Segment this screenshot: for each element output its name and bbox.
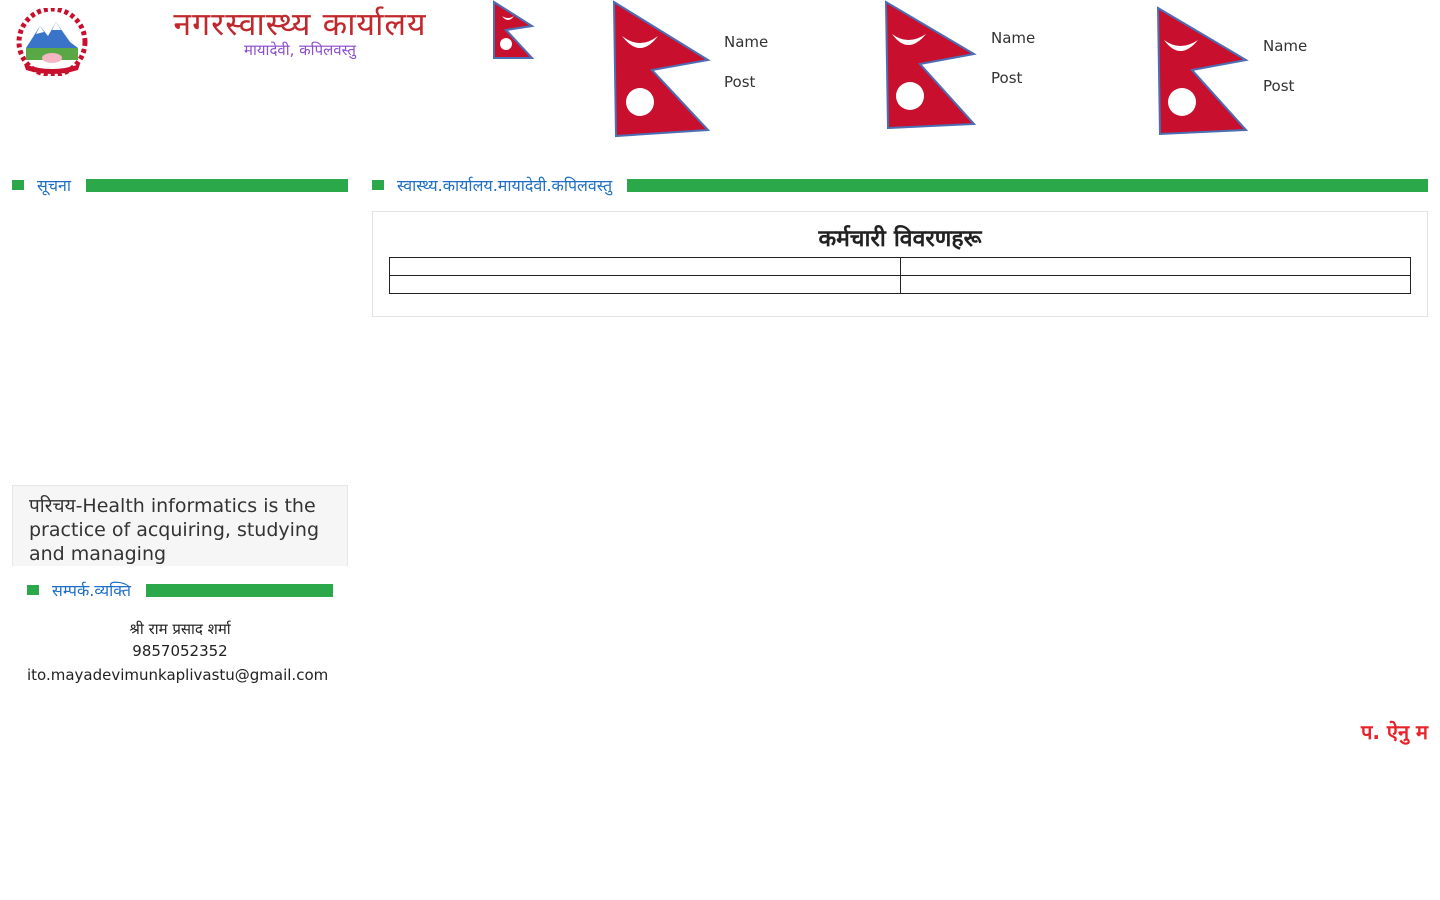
nepal-flag-icon — [884, 0, 978, 138]
intro-ticker: परिचय-Health informatics is the practice… — [12, 485, 348, 566]
bullet-square-icon — [12, 180, 24, 190]
official-name: Name — [1263, 37, 1308, 55]
table-cell — [899, 257, 1411, 276]
contact-email[interactable]: ito.mayadevimunkaplivastu@gmail.com — [27, 666, 363, 684]
official-name: Name — [991, 29, 1036, 47]
official-card-3: Name Post — [1156, 6, 1376, 140]
nepal-flag-icon — [492, 0, 536, 62]
staff-details-panel: कर्मचारी विवरणहरू — [372, 211, 1428, 317]
nepal-flag-icon — [612, 0, 712, 144]
official-name: Name — [724, 33, 769, 51]
table-row — [389, 275, 1411, 294]
staff-table — [389, 257, 1411, 294]
contact-name: श्री राम प्रसाद शर्मा — [129, 620, 231, 638]
contact-phone[interactable]: 9857052352 — [12, 642, 348, 660]
heading-divider — [627, 178, 1428, 192]
table-row — [389, 257, 1411, 276]
heading-divider — [145, 583, 333, 597]
nepal-emblem-icon[interactable] — [12, 6, 92, 78]
table-cell — [389, 257, 901, 276]
footer-tag: प. ऐनु म — [1360, 720, 1428, 744]
main-heading-label[interactable]: स्वास्थ्य.कार्यालय.मायादेवी.कपिलवस्तु — [397, 174, 612, 196]
heading-divider — [86, 178, 348, 192]
main-heading: स्वास्थ्य.कार्यालय.मायादेवी.कपिलवस्तु — [372, 174, 1428, 196]
contact-heading: सम्पर्क.व्यक्ति — [27, 579, 333, 601]
site-title: नगरस्वास्थ्य कार्यालय — [173, 5, 427, 43]
contact-heading-label[interactable]: सम्पर्क.व्यक्ति — [52, 579, 131, 601]
notice-heading-label[interactable]: सूचना — [37, 174, 71, 196]
official-card-2: Name Post — [884, 0, 1104, 140]
table-cell — [899, 275, 1411, 294]
table-cell — [389, 275, 901, 294]
bullet-square-icon — [372, 180, 384, 190]
official-post: Post — [1263, 77, 1295, 95]
notice-heading: सूचना — [12, 174, 348, 196]
nepal-flag-icon — [1156, 6, 1250, 144]
official-card-1: Name Post — [612, 0, 832, 140]
official-post: Post — [724, 73, 756, 91]
staff-details-title: कर्मचारी विवरणहरू — [818, 226, 982, 252]
site-subtitle: मायादेवी, कपिलवस्तु — [244, 41, 356, 59]
bullet-square-icon — [27, 585, 39, 595]
official-post: Post — [991, 69, 1023, 87]
